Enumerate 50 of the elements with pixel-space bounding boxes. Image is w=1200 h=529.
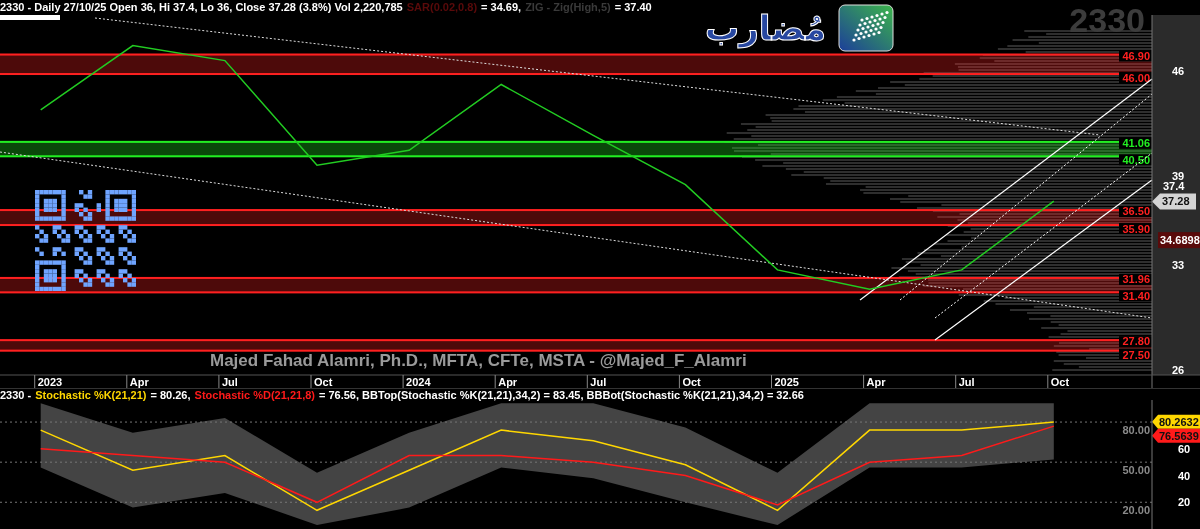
time-axis-label: Oct bbox=[314, 376, 333, 388]
stochastic-axis-label: 60 bbox=[1178, 442, 1191, 455]
high-price-label: 37.4 bbox=[1163, 179, 1185, 192]
zone-lower-label: 35.90 bbox=[1122, 223, 1150, 236]
zone-lower-label: 31.40 bbox=[1122, 290, 1150, 303]
chart-title-text: 2330 - Daily 27/10/25 Open 36, Hi 37.4, Lo 36, Close 37.28 (3.8%) Vol 2,220,785 bbox=[0, 0, 403, 15]
dotted-arrow-logo-icon bbox=[838, 4, 895, 52]
indicator-legend-text: Stochastic %D(21,21,8) bbox=[194, 388, 315, 401]
price-axis-label: 26 bbox=[1172, 364, 1185, 377]
chart-title-text: = 34.69, bbox=[481, 0, 522, 15]
chart-title-text: = 37.40 bbox=[614, 0, 652, 15]
symbol-label: 2330 bbox=[1069, 0, 1145, 40]
zone-lower-label: 46.00 bbox=[1122, 72, 1150, 84]
time-axis-label: Apr bbox=[129, 376, 149, 388]
indicator-value-tag: 80.2632 bbox=[1152, 414, 1200, 429]
stochastic-axis-label: 40 bbox=[1178, 469, 1191, 482]
gridline-label: 20.00 bbox=[1122, 504, 1150, 517]
zone-upper-label: 27.80 bbox=[1122, 335, 1150, 348]
chart-title-text: ZIG - Zig(High,5) bbox=[525, 0, 611, 15]
sar-value-tag: 34.6898 bbox=[1158, 232, 1200, 249]
gridline-label: 80.00 bbox=[1122, 424, 1150, 437]
time-axis-label: 2023 bbox=[37, 376, 63, 388]
indicator-legend-text: 2330 - bbox=[0, 388, 32, 401]
gridline-label: 50.00 bbox=[1122, 464, 1150, 477]
indicator-legend-text: = 76.56, BBTop(Stochastic %K(21,21),34,2) = 83.45, BBBot(Stochastic %K(21,21),34,2) = 32.66 bbox=[319, 388, 804, 401]
time-axis-label: Jul bbox=[590, 376, 607, 388]
indicator-legend-text: Stochastic %K(21,21) bbox=[35, 388, 147, 401]
author-signature: Majed Fahad Alamri, Ph.D., MFTA, CFTe, MSTA - @Majed_F_Alamri bbox=[210, 350, 747, 372]
logo-text: مُضارب bbox=[705, 7, 827, 50]
indicator-legend-text: = 80.26, bbox=[150, 388, 191, 401]
price-axis-label: 46 bbox=[1172, 65, 1185, 77]
time-axis-label: Oct bbox=[1050, 376, 1070, 388]
stochastic-axis-label: 20 bbox=[1178, 496, 1191, 509]
time-axis-label: Apr bbox=[498, 376, 518, 388]
time-axis-label: 2024 bbox=[406, 376, 431, 388]
chart-title-text: SAR(0.02,0.8) bbox=[406, 0, 478, 15]
price-axis-label: 33 bbox=[1172, 259, 1185, 272]
zone-lower-label: 27.50 bbox=[1122, 348, 1150, 361]
scroll-indicator bbox=[0, 15, 60, 20]
zone-upper-label: 36.50 bbox=[1122, 205, 1150, 218]
price-axis-label: 39 bbox=[1172, 169, 1185, 182]
zone-upper-label: 31.96 bbox=[1122, 272, 1150, 285]
zone-lower-label: 40.50 bbox=[1122, 154, 1150, 167]
time-axis-label: Jul bbox=[958, 376, 975, 388]
zone-upper-label: 46.90 bbox=[1122, 49, 1150, 62]
time-axis-label: Oct bbox=[682, 376, 701, 388]
time-axis-label: Jul bbox=[221, 376, 238, 388]
time-axis-label: 2025 bbox=[774, 376, 799, 388]
time-axis-label: Apr bbox=[866, 376, 886, 388]
zone-upper-label: 41.06 bbox=[1122, 136, 1150, 149]
